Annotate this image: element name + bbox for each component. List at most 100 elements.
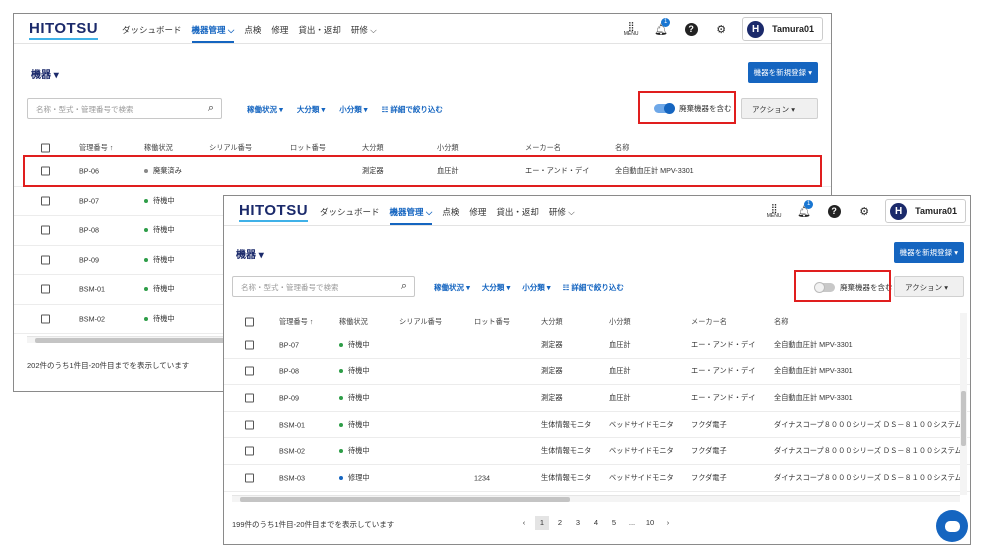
nav-lending[interactable]: 貸出・返却	[496, 206, 539, 225]
header-col-id[interactable]: 管理番号 ↑	[279, 317, 313, 327]
notification-badge: 1	[661, 18, 671, 27]
prev-page-button[interactable]: ‹	[517, 516, 531, 530]
table-row[interactable]: BSM-02 待機中 生体情報モニタ ベッドサイドモニタ フクダ電子 ダイナスコープ８００…	[224, 438, 970, 465]
nav-lending[interactable]: 貸出・返却	[298, 24, 341, 43]
header-col-name: 名称	[774, 317, 789, 326]
row-checkbox[interactable]	[41, 255, 50, 265]
col-maker: エー・アンド・デイ	[691, 392, 756, 402]
col-status: 修理中	[339, 473, 370, 483]
settings-button[interactable]: ⚙	[706, 17, 736, 41]
page-10[interactable]: 10	[643, 516, 657, 530]
col-major-category: 測定器	[541, 339, 563, 349]
col-id: BSM-03	[279, 473, 305, 483]
help-button[interactable]: ?	[819, 199, 849, 223]
grid-icon: ⣿	[770, 202, 778, 213]
filter-status[interactable]: 稼働状況 ▾	[247, 104, 283, 115]
action-button[interactable]: アクション ▾	[741, 98, 818, 119]
select-all-checkbox[interactable]	[41, 143, 50, 153]
horizontal-scrollbar[interactable]	[232, 495, 960, 502]
page-3[interactable]: 3	[571, 516, 585, 530]
select-all-checkbox[interactable]	[245, 317, 254, 327]
main-nav: ダッシュボード 機器管理 ⌵ 点検 修理 貸出・返却 研修 ⌵	[122, 24, 377, 43]
table-row[interactable]: BP-09 待機中 測定器 血圧計 エー・アンド・デイ 全自動血圧計 MPV-3301	[224, 385, 970, 412]
search-icon[interactable]: ⌕	[401, 280, 407, 293]
nav-repair[interactable]: 修理	[271, 24, 288, 43]
header-col-major-category: 大分類	[541, 317, 563, 326]
search-input[interactable]: 名称・型式・管理番号で検索 ⌕	[232, 276, 415, 297]
filter-detail[interactable]: ☷ 詳細で絞り込む	[563, 282, 624, 293]
col-major-category: 生体情報モニタ	[541, 472, 592, 482]
nav-inspection[interactable]: 点検	[244, 24, 261, 43]
nav-dashboard[interactable]: ダッシュボード	[320, 206, 380, 225]
page-title[interactable]: 機器 ▾	[31, 66, 59, 81]
row-checkbox[interactable]	[245, 473, 254, 483]
search-input[interactable]: 名称・型式・管理番号で検索 ⌕	[27, 98, 222, 119]
row-checkbox[interactable]	[245, 340, 254, 350]
page-title[interactable]: 機器 ▾	[236, 246, 264, 261]
menu-button[interactable]: ⣿ MENU	[616, 17, 646, 41]
col-status: 待機中	[144, 314, 175, 324]
nav-training[interactable]: 研修 ⌵	[351, 24, 377, 43]
menu-button[interactable]: ⣿ MENU	[759, 199, 789, 223]
row-checkbox[interactable]	[41, 284, 50, 294]
table-row[interactable]: BSM-03 修理中 1234 生体情報モニタ ベッドサイドモニタ フクダ電子 ダイナスコー…	[224, 465, 970, 492]
notification-button[interactable]: 🔔︎ 1	[646, 17, 676, 41]
row-checkbox[interactable]	[245, 366, 254, 376]
status-dot	[339, 475, 343, 480]
new-equipment-button[interactable]: 機器を新規登録 ▾	[747, 62, 818, 83]
row-checkbox[interactable]	[41, 225, 50, 235]
filter-minor-category[interactable]: 小分類 ▾	[522, 282, 550, 293]
notification-button[interactable]: 🔔︎ 1	[789, 199, 819, 223]
vertical-scrollbar[interactable]	[960, 313, 967, 495]
page-1[interactable]: 1	[535, 516, 549, 530]
result-count: 199件のうち1件目-20件目までを表示しています	[232, 520, 395, 529]
header-col-serial: シリアル番号	[209, 143, 253, 152]
chat-button[interactable]	[936, 510, 968, 542]
table-row[interactable]: BP-08 待機中 測定器 血圧計 エー・アンド・デイ 全自動血圧計 MPV-3301	[224, 359, 970, 386]
nav-inspection[interactable]: 点検	[442, 206, 459, 225]
table-header: 管理番号 ↑ 稼働状況 シリアル番号 ロット番号 大分類 小分類 メーカー名 名称	[224, 313, 970, 331]
nav-dashboard[interactable]: ダッシュボード	[122, 24, 182, 43]
filter-major-category[interactable]: 大分類 ▾	[482, 282, 510, 293]
next-page-button[interactable]: ›	[661, 516, 675, 530]
header-col-maker: メーカー名	[691, 317, 727, 326]
filter-detail[interactable]: ☷ 詳細で絞り込む	[382, 104, 443, 115]
filter-minor-category[interactable]: 小分類 ▾	[339, 104, 367, 115]
pagination: ‹ 1 2 3 4 5... 10 ›	[517, 516, 675, 530]
hitotsu-logo[interactable]: HITOTSU	[239, 202, 309, 222]
row-checkbox[interactable]	[245, 420, 254, 430]
row-checkbox[interactable]	[41, 196, 50, 206]
user-menu[interactable]: H Tamura01	[885, 199, 966, 223]
help-button[interactable]: ?	[676, 17, 706, 41]
filter-major-category[interactable]: 大分類 ▾	[297, 104, 325, 115]
col-status: 待機中	[339, 340, 370, 350]
new-equipment-button[interactable]: 機器を新規登録 ▾	[893, 242, 964, 263]
settings-button[interactable]: ⚙	[849, 199, 879, 223]
nav-equipment[interactable]: 機器管理 ⌵	[389, 206, 433, 225]
nav-equipment[interactable]: 機器管理 ⌵	[191, 24, 235, 43]
chat-icon	[944, 520, 960, 532]
row-checkbox[interactable]	[245, 393, 254, 403]
status-dot	[339, 369, 343, 374]
notification-badge: 1	[804, 200, 814, 209]
page-5[interactable]: 5	[607, 516, 621, 530]
table-row[interactable]: BSM-01 待機中 生体情報モニタ ベッドサイドモニタ フクダ電子 ダイナスコープ８００…	[224, 412, 970, 439]
col-status: 待機中	[144, 284, 175, 294]
nav-repair[interactable]: 修理	[469, 206, 486, 225]
grid-icon: ⣿	[627, 20, 635, 31]
header-col-id[interactable]: 管理番号 ↑	[79, 143, 113, 153]
row-checkbox[interactable]	[245, 446, 254, 456]
search-icon[interactable]: ⌕	[208, 102, 214, 115]
header-icons: ⣿ MENU 🔔︎ 1 ? ⚙ H Tamura01	[616, 17, 823, 41]
filter-bar: 稼働状況 ▾ 大分類 ▾ 小分類 ▾ ☷ 詳細で絞り込む	[434, 282, 624, 293]
page-4[interactable]: 4	[589, 516, 603, 530]
table-row[interactable]: BP-07 待機中 測定器 血圧計 エー・アンド・デイ 全自動血圧計 MPV-3301	[224, 332, 970, 359]
filter-status[interactable]: 稼働状況 ▾	[434, 282, 470, 293]
hitotsu-logo[interactable]: HITOTSU	[29, 20, 99, 40]
page-2[interactable]: 2	[553, 516, 567, 530]
user-menu[interactable]: H Tamura01	[742, 17, 823, 41]
col-id: BP-08	[279, 366, 299, 376]
action-button[interactable]: アクション ▾	[894, 276, 964, 297]
nav-training[interactable]: 研修 ⌵	[549, 206, 575, 225]
row-checkbox[interactable]	[41, 314, 50, 324]
